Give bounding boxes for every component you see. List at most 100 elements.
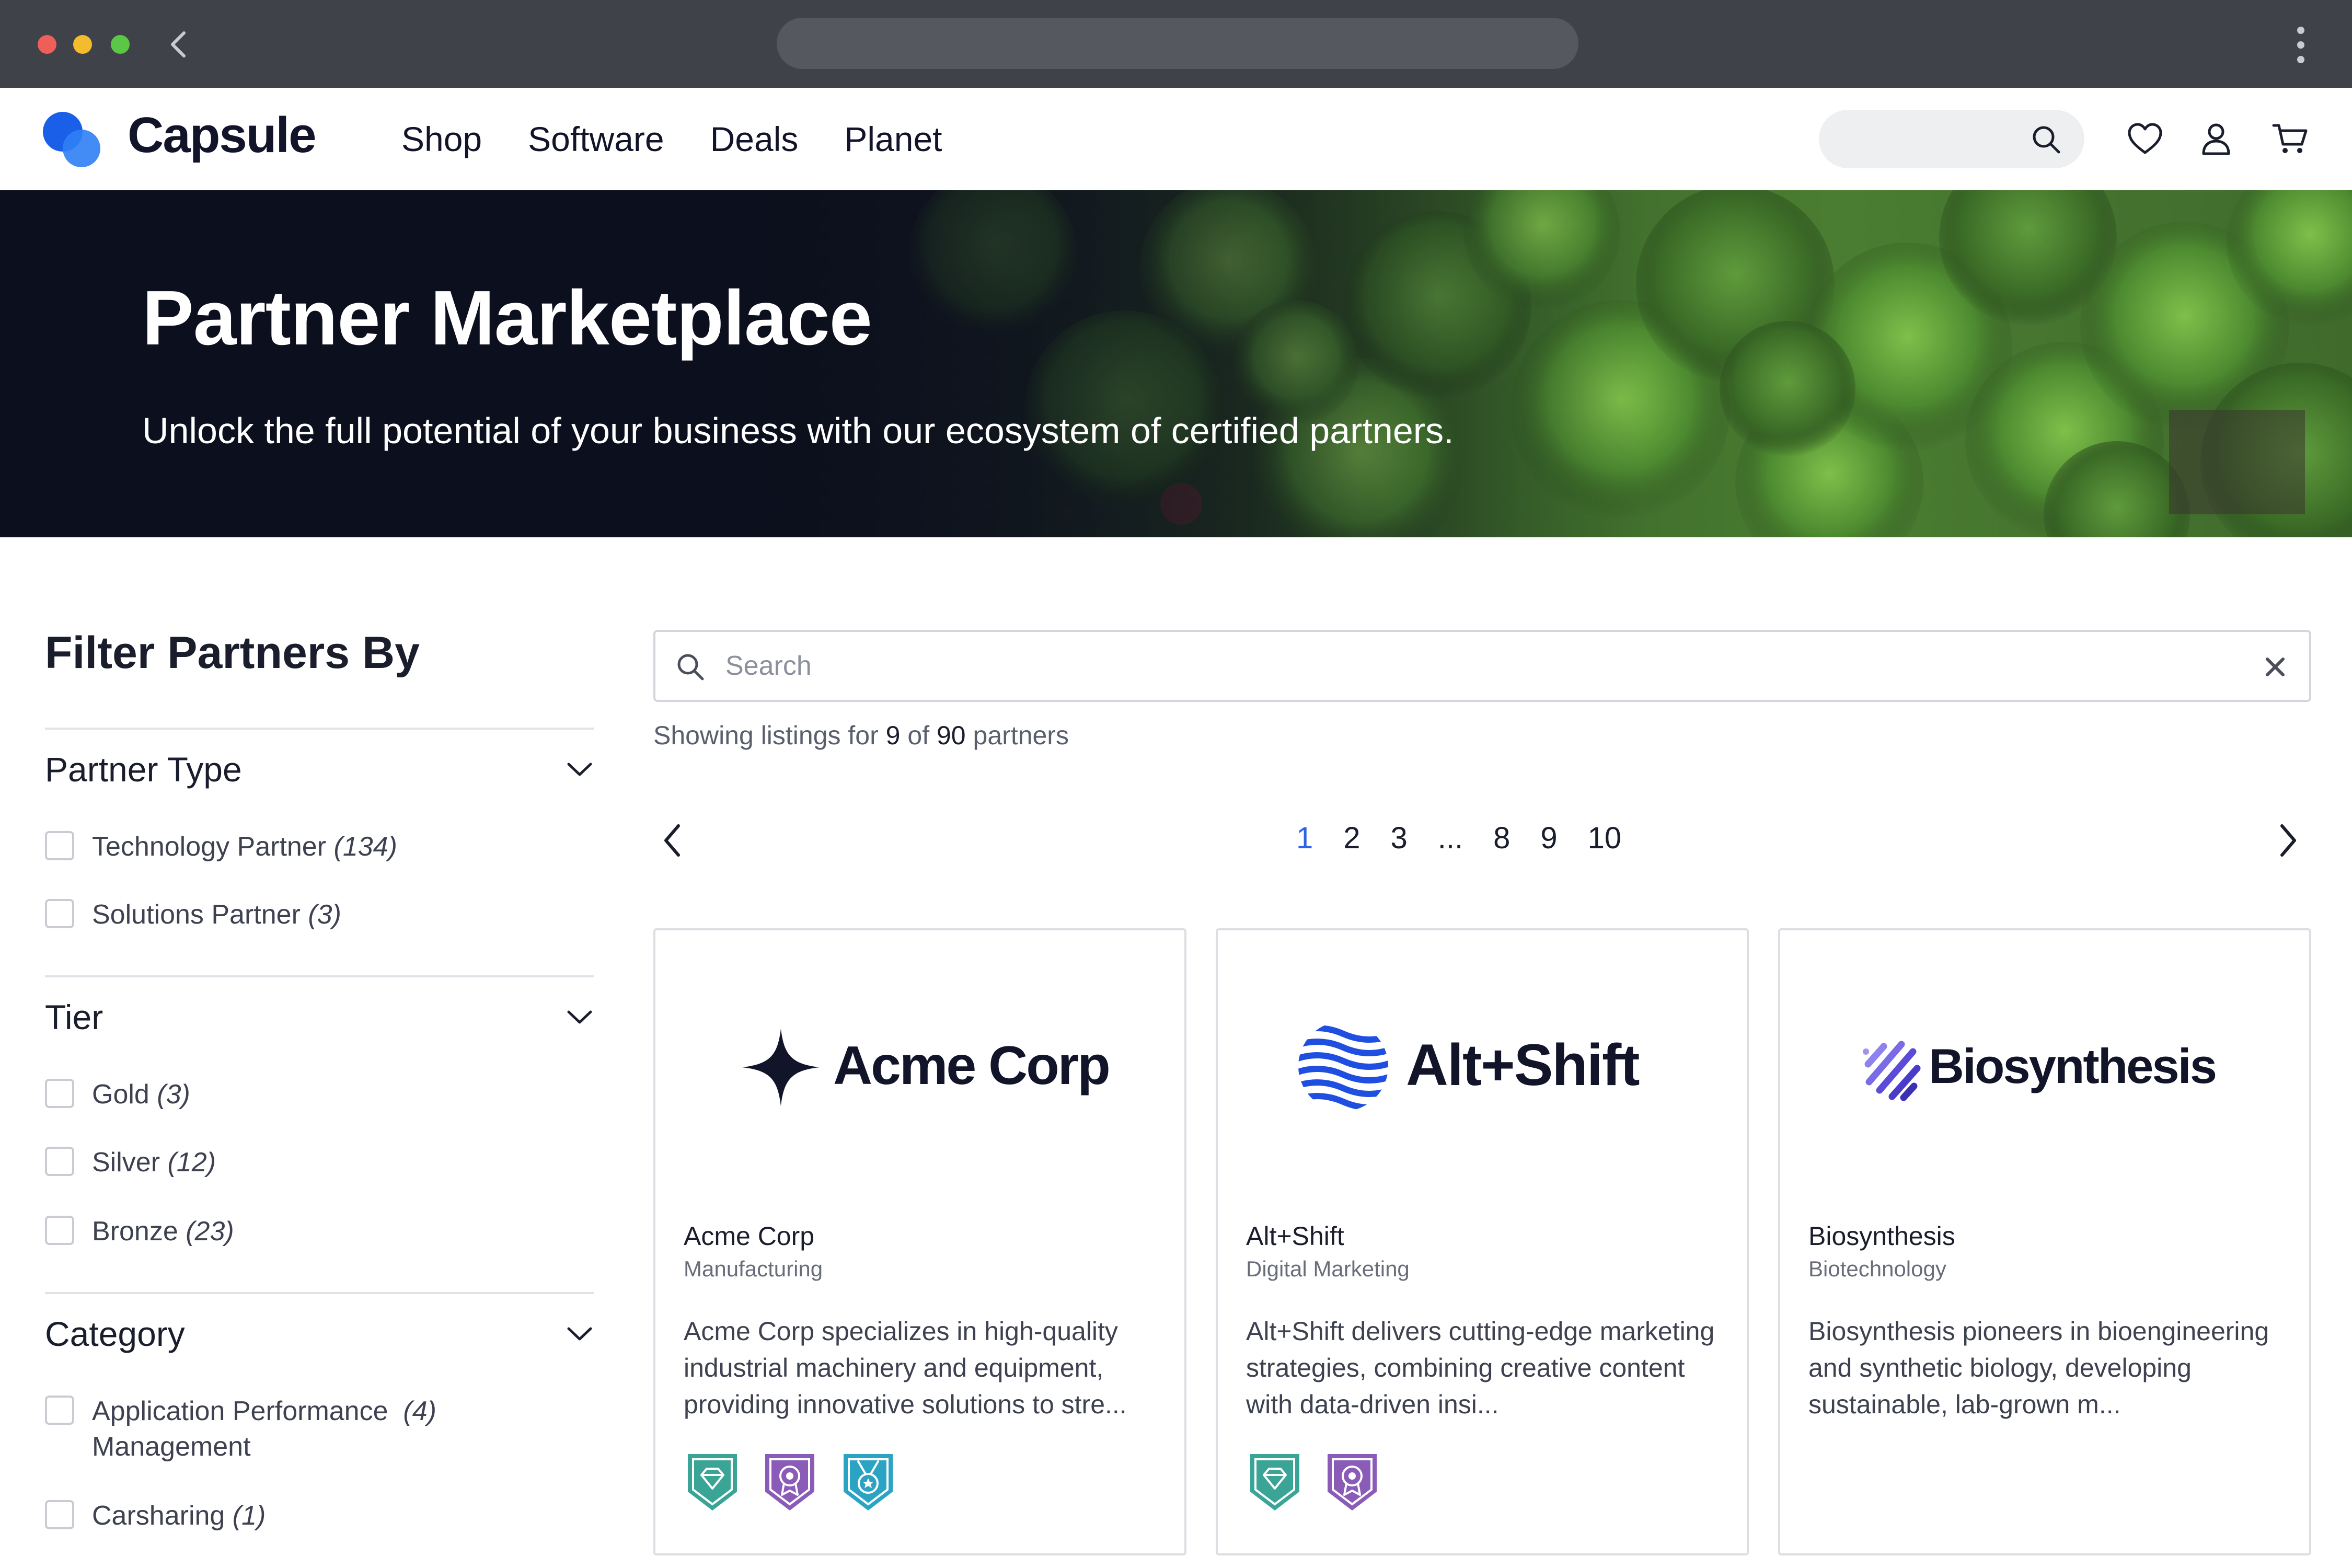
page-title: Partner Marketplace [142,275,872,361]
kebab-menu-icon[interactable] [2292,23,2309,67]
option-count: (12) [167,1147,216,1178]
close-window-button[interactable] [38,35,56,54]
partner-card[interactable]: Alt+Shift Alt+Shift Digital Marketing Al… [1216,928,1749,1555]
page-link-9[interactable]: 9 [1540,821,1557,856]
partner-name[interactable]: Acme Corp [684,1221,814,1251]
search-icon [677,654,704,681]
results-summary: Showing listings for 9 of 90 partners [653,720,1069,751]
partner-card[interactable]: Acme Corp Acme Corp Manufacturing Acme C… [653,928,1186,1555]
medal-badge-icon [844,1454,893,1511]
svg-text:Biosynthesis: Biosynthesis [1929,1039,2216,1093]
option-label: Gold [92,1079,149,1110]
pagination: 1 2 3 ... 8 9 10 [1296,821,1652,856]
page-link-2[interactable]: 2 [1343,821,1360,856]
checkbox[interactable] [45,831,74,860]
results-of: of [907,721,930,750]
gem-badge-icon [1250,1454,1299,1511]
page-link-3[interactable]: 3 [1391,821,1408,856]
option-label-line2: Management [92,1432,251,1462]
filter-toggle-category[interactable]: Category [45,1310,594,1362]
checkbox[interactable] [45,899,74,928]
heart-icon[interactable] [2126,120,2164,158]
nav-link-planet[interactable]: Planet [844,119,942,159]
option-label: Bronze [92,1216,178,1247]
checkbox[interactable] [45,1500,74,1529]
filter-option-gold[interactable]: Gold (3) [45,1074,594,1115]
search-icon [2033,126,2060,154]
filter-toggle-tier[interactable]: Tier [45,993,594,1045]
checkbox[interactable] [45,1216,74,1245]
results-suffix: partners [973,721,1069,750]
page-link-8[interactable]: 8 [1493,821,1510,856]
option-label: Carsharing [92,1501,225,1531]
partner-industry: Biotechnology [1808,1256,1946,1281]
page-ellipsis: ... [1437,821,1463,855]
award-badge-icon [1328,1454,1377,1511]
results-shown-count: 9 [885,721,901,750]
option-label: Technology Partner [92,832,327,862]
user-icon[interactable] [2197,120,2235,158]
filter-option-application-performance-management[interactable]: Application Performance (4) Management [45,1390,594,1469]
nav-link-deals[interactable]: Deals [710,119,799,159]
filter-section-label: Partner Type [45,750,242,789]
filter-option-silver[interactable]: Silver (12) [45,1142,594,1183]
award-badge-icon [765,1454,814,1511]
partner-name[interactable]: Biosynthesis [1808,1221,1955,1251]
partner-description: Acme Corp specializes in high-quality in… [684,1317,1127,1419]
cart-icon[interactable] [2272,120,2309,158]
partner-description: Biosynthesis pioneers in bioengineering … [1808,1317,2269,1419]
option-count: (3) [157,1079,190,1110]
svg-text:Acme Corp: Acme Corp [833,1035,1109,1096]
chevron-right-icon[interactable] [2275,821,2301,860]
chevron-down-icon [567,1327,592,1341]
page-link-10[interactable]: 10 [1588,821,1622,856]
page-link-1[interactable]: 1 [1296,821,1313,856]
option-label: Silver [92,1147,160,1178]
close-icon[interactable] [2263,655,2287,679]
alt-shift-logo: Alt+Shift [1298,1025,1640,1111]
header-search-input[interactable] [1819,110,2084,168]
partner-description: Alt+Shift delivers cutting-edge marketin… [1246,1317,1715,1419]
acme-corp-logo: Acme Corp [742,1029,1111,1106]
results-prefix: Showing listings for [653,721,879,750]
address-bar[interactable] [777,18,1578,69]
partner-card[interactable]: Biosynthesis Biosynthesis Biotechnology … [1778,928,2311,1555]
checkbox[interactable] [45,1147,74,1176]
option-count: (4) [403,1396,436,1426]
filter-option-carsharing[interactable]: Carsharing (1) [45,1495,594,1537]
capsule-logo-icon[interactable] [42,111,105,168]
browser-chrome [0,0,2352,88]
nav-link-shop[interactable]: Shop [401,119,482,159]
filter-section-partner-type: Partner Type Technology Partner (134) So… [45,728,594,973]
chevron-down-icon [567,1010,592,1024]
maximize-window-button[interactable] [111,35,130,54]
option-count: (3) [308,900,341,930]
filter-option-solutions-partner[interactable]: Solutions Partner (3) [45,894,594,936]
option-count: (134) [333,832,397,862]
filter-section-category: Category Application Performance (4) Mana… [45,1292,594,1568]
filter-title: Filter Partners By [45,628,420,678]
nav-link-software[interactable]: Software [528,119,664,159]
option-count: (1) [232,1501,266,1531]
option-label: Application Performance [92,1396,388,1426]
filter-option-technology-partner[interactable]: Technology Partner (134) [45,826,594,868]
site-header: Capsule Shop Software Deals Planet [0,88,2352,190]
svg-text:Alt+Shift: Alt+Shift [1406,1032,1639,1098]
chevron-left-icon[interactable] [660,821,686,860]
checkbox[interactable] [45,1396,74,1425]
checkbox[interactable] [45,1079,74,1108]
partner-industry: Digital Marketing [1246,1256,1410,1281]
biosynthesis-logo: Biosynthesis [1863,1039,2217,1101]
partner-name[interactable]: Alt+Shift [1246,1221,1344,1251]
filter-option-bronze[interactable]: Bronze (23) [45,1210,594,1252]
chevron-down-icon [567,763,592,776]
minimize-window-button[interactable] [73,35,92,54]
back-arrow-icon[interactable] [166,29,192,60]
filter-toggle-partner-type[interactable]: Partner Type [45,745,594,798]
filter-section-tier: Tier Gold (3) Silver (12) Bronze (23) [45,975,594,1292]
hero-banner: Partner Marketplace Unlock the full pote… [0,190,2352,537]
brand-name[interactable]: Capsule [128,107,316,164]
search-input[interactable] [725,642,2189,689]
partner-search-field[interactable] [653,630,2311,702]
results-total-count: 90 [937,721,966,750]
